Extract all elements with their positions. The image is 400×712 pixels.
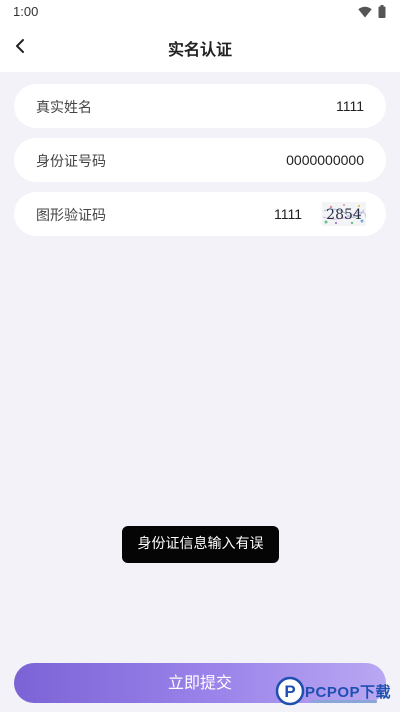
error-toast: 身份证信息输入有误 (122, 526, 279, 563)
watermark-badge-letter: P (284, 682, 295, 701)
wifi-icon (358, 3, 372, 22)
name-label: 真实姓名 (36, 100, 92, 116)
app-header: 实名认证 (0, 24, 400, 72)
id-number-row: 身份证号码 (14, 138, 386, 182)
status-time: 1:00 (13, 4, 39, 19)
status-bar: 1:00 (0, 0, 400, 24)
id-number-input[interactable] (184, 146, 364, 174)
status-icons (358, 3, 386, 22)
id-number-label: 身份证号码 (36, 154, 106, 170)
watermark-text: PCPOP下载 (305, 684, 392, 701)
pcpop-logo-icon: P (275, 676, 305, 706)
name-input[interactable] (214, 92, 364, 120)
name-row: 真实姓名 (14, 84, 386, 128)
captcha-row: 图形验证码 2854 (14, 192, 386, 236)
watermark-underline (311, 700, 377, 703)
battery-icon (378, 3, 386, 22)
watermark-logo: P PCPOP下载 (275, 676, 399, 710)
page-title: 实名认证 (167, 40, 232, 59)
captcha-label: 图形验证码 (36, 208, 106, 224)
captcha-text: 2854 (326, 207, 362, 223)
captcha-input[interactable] (212, 200, 302, 228)
captcha-image[interactable]: 2854 (322, 202, 366, 226)
